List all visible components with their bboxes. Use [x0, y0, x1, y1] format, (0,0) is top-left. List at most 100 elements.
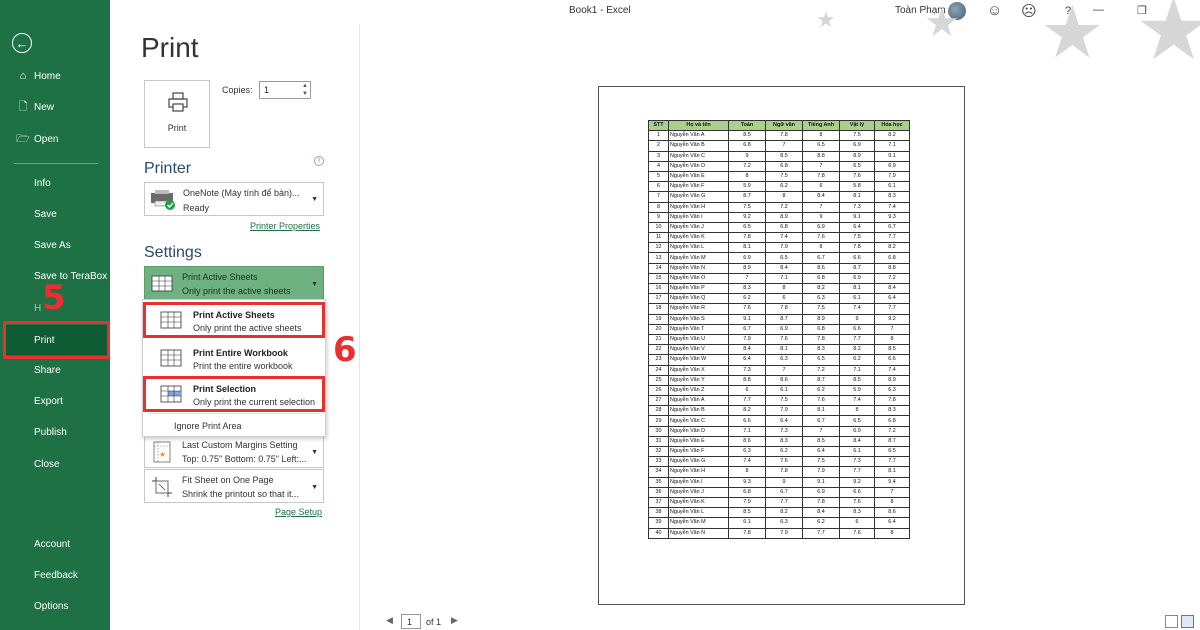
printer-properties-link[interactable]: Printer Properties: [250, 221, 320, 231]
sidebar-item-save[interactable]: Save: [0, 199, 110, 229]
smile-feedback-icon[interactable]: ☺: [987, 2, 1002, 19]
table-row: 25 Nguyễn Văn Y 8.8 8.6 8.7 8.5 8.9: [648, 374, 910, 386]
show-margins-icon[interactable]: [1165, 615, 1178, 628]
sidebar-item-open[interactable]: 🗁 Open: [0, 124, 110, 154]
table-cell: 7.8: [765, 466, 803, 478]
table-cell: 9.1: [728, 313, 766, 325]
print-what-select[interactable]: Print Active Sheets Only print the activ…: [144, 266, 324, 300]
copies-stepper[interactable]: 1 ▲ ▼: [259, 81, 311, 99]
scaling-select[interactable]: Fit Sheet on One Page Shrink the printou…: [144, 469, 324, 503]
table-cell: 6.3: [802, 293, 840, 305]
sidebar-item-label: Save As: [34, 239, 71, 251]
table-cell: 8.1: [765, 344, 803, 356]
table-cell: 6.8: [874, 415, 910, 427]
table-cell: Nguyễn Văn U: [668, 333, 729, 346]
table-cell: 7.4: [874, 201, 910, 213]
table-row: 38 Nguyễn Văn L 8.5 8.2 8.4 8.3 8.6: [648, 507, 910, 519]
sidebar-item-save-as[interactable]: Save As: [0, 230, 110, 260]
zoom-to-page-icon[interactable]: [1181, 615, 1194, 628]
table-cell: 6.9: [839, 140, 875, 152]
current-page-input[interactable]: 1: [401, 614, 421, 629]
table-cell: 8.4: [765, 262, 803, 274]
table-cell: 7.3: [765, 425, 803, 437]
table-row: 12 Nguyễn Văn L 8.1 7.9 8 7.8 8.2: [648, 242, 910, 254]
info-icon[interactable]: i: [314, 156, 324, 166]
previous-page-icon[interactable]: ◀: [386, 615, 393, 626]
table-cell: 8.9: [802, 313, 840, 325]
print-preview-page: STT Họ và tên Toán Ngữ văn Tiếng Anh Vật…: [598, 86, 965, 605]
table-cell: 25: [648, 374, 669, 386]
table-cell: 9.2: [874, 313, 910, 325]
table-cell: Nguyễn Văn J: [668, 221, 729, 234]
table-cell: 6.8: [874, 252, 910, 264]
table-cell: 6.9: [874, 160, 910, 172]
table-cell: 6.5: [839, 415, 875, 427]
sidebar-item-label: Publish: [34, 426, 67, 438]
frown-feedback-icon[interactable]: ☹: [1021, 2, 1037, 20]
table-cell: 6: [802, 181, 840, 193]
table-cell: 8.1: [802, 405, 840, 417]
dropdown-item-print-entire-workbook[interactable]: Print Entire Workbook Print the entire w…: [143, 340, 325, 376]
table-cell: 7.6: [839, 170, 875, 183]
table-cell: 16: [648, 282, 669, 295]
table-cell: 5.8: [839, 181, 875, 193]
table-cell: 8.2: [765, 507, 803, 519]
table-row: 33 Nguyễn Văn G 7.4 7.6 7.5 7.3 7.7: [648, 456, 910, 468]
sidebar-item-account[interactable]: Account: [0, 529, 110, 559]
table-cell: 8: [874, 333, 910, 346]
column-header: Tiếng Anh: [802, 119, 840, 132]
print-button[interactable]: Print: [144, 80, 210, 148]
table-cell: 8.9: [765, 211, 803, 223]
sidebar-item-close[interactable]: Close: [0, 449, 110, 479]
table-cell: 7.7: [802, 527, 840, 539]
table-row: 13 Nguyễn Văn M 6.9 6.5 6.7 6.6 6.8: [648, 252, 910, 264]
table-cell: Nguyễn Văn L: [668, 507, 729, 519]
fit-sheet-icon: [152, 477, 172, 497]
sidebar-item-share[interactable]: Share: [0, 355, 110, 385]
table-cell: 8.2: [874, 130, 910, 142]
table-cell: 6.4: [765, 415, 803, 427]
page-setup-link[interactable]: Page Setup: [275, 507, 322, 517]
table-cell: Nguyễn Văn C: [668, 150, 729, 162]
table-cell: 26: [648, 384, 669, 397]
spinner-arrows-icon[interactable]: ▲ ▼: [302, 82, 308, 98]
table-cell: Nguyễn Văn P: [668, 282, 729, 295]
table-cell: Nguyễn Văn M: [668, 252, 729, 264]
table-cell: 8.4: [728, 344, 766, 356]
sidebar-item-label: Open: [34, 133, 59, 145]
margins-select[interactable]: ★ Last Custom Margins Setting Top: 0.75"…: [144, 434, 324, 468]
sidebar-item-label: Feedback: [34, 569, 78, 581]
table-cell: Nguyễn Văn A: [668, 130, 729, 142]
table-cell: 8.5: [728, 130, 766, 142]
table-cell: 6.3: [874, 384, 910, 397]
sidebar-item-export[interactable]: Export: [0, 386, 110, 416]
star-decoration-icon: ★: [816, 7, 836, 32]
sidebar-item-home[interactable]: ⌂ Home: [0, 61, 110, 91]
sidebar-item-feedback[interactable]: Feedback: [0, 560, 110, 590]
table-cell: 8: [802, 130, 840, 142]
sidebar-item-new[interactable]: 🗋 New: [0, 92, 110, 122]
table-cell: 8.4: [802, 507, 840, 519]
table-row: 29 Nguyễn Văn C 6.6 6.4 6.7 6.5 6.8: [648, 415, 910, 427]
table-cell: 7.8: [874, 395, 910, 407]
sidebar-item-publish[interactable]: Publish: [0, 417, 110, 447]
table-cell: 8.9: [839, 150, 875, 162]
table-cell: 8.3: [728, 282, 766, 295]
ignore-print-area-option[interactable]: Ignore Print Area: [174, 421, 242, 431]
print-what-dropdown: Print Active Sheets Only print the activ…: [142, 299, 326, 437]
dropdown-item-print-selection[interactable]: Print Selection Only print the current s…: [143, 376, 325, 412]
next-page-icon[interactable]: ▶: [451, 615, 458, 626]
copies-label: Copies:: [222, 85, 253, 95]
dropdown-item-subtitle: Print the entire workbook: [193, 361, 293, 371]
sidebar-item-info[interactable]: Info: [0, 168, 110, 198]
back-arrow-icon[interactable]: ←: [12, 33, 32, 53]
table-cell: 7.9: [765, 242, 803, 254]
printer-select[interactable]: OneNote (Máy tính để bàn)... Ready ▼: [144, 182, 324, 216]
table-cell: 21: [648, 333, 669, 346]
table-cell: 8.2: [874, 242, 910, 254]
table-cell: 8: [874, 496, 910, 509]
sidebar-item-options[interactable]: Options: [0, 591, 110, 621]
column-header: Ngữ văn: [765, 119, 803, 132]
table-cell: 36: [648, 486, 669, 498]
dropdown-item-print-active-sheets[interactable]: Print Active Sheets Only print the activ…: [143, 302, 325, 338]
